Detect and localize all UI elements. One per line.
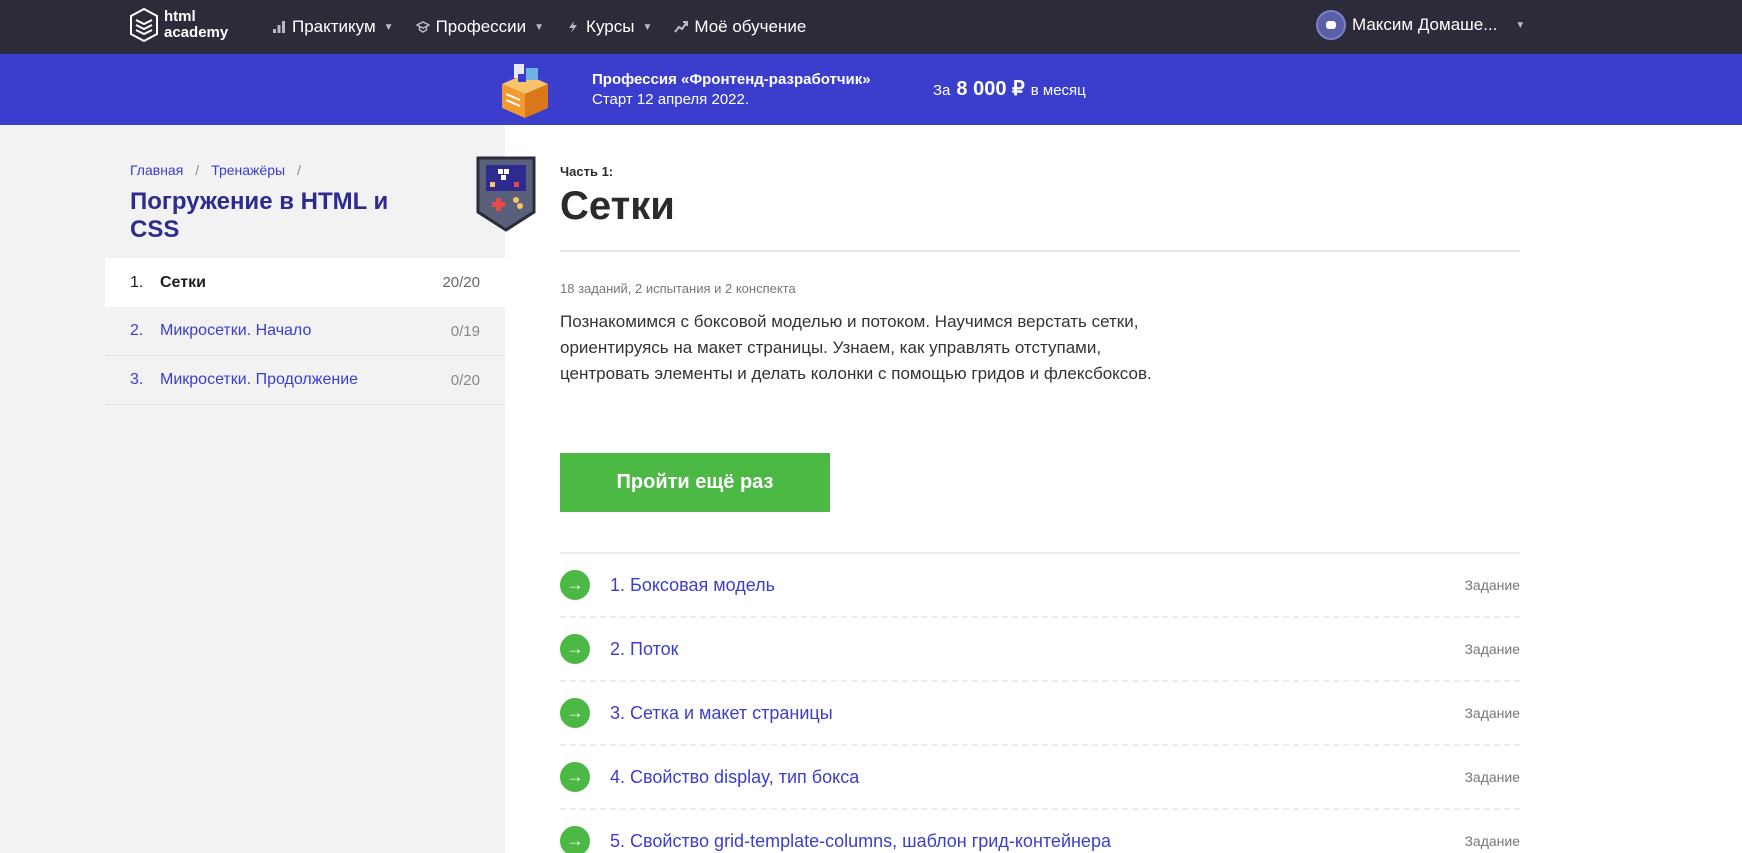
nav-item-courses[interactable]: Курсы ▼ (566, 17, 652, 37)
promo-box-icon (502, 64, 548, 118)
nav-item-label: Моё обучение (694, 17, 807, 36)
nav-item-professions[interactable]: Профессии ▼ (415, 17, 545, 37)
top-header: html academy Практикум ▼ Профессии ▼ Кур… (0, 0, 1742, 54)
chapter-description: Познакомимся с боксовой моделью и потоко… (560, 312, 1152, 383)
chapter-progress: 20/20 (442, 274, 480, 291)
arrow-right-icon: → (560, 762, 590, 792)
task-name: 3. Сетка и макет страницы (610, 702, 833, 723)
task-type: Задание (1464, 705, 1520, 721)
chapter-item-2[interactable]: 2. Микросетки. Начало 0/19 (105, 307, 505, 356)
promo-title: Профессия «Фронтенд-разработчик» (592, 71, 871, 88)
chevron-down-icon: ▼ (1515, 19, 1526, 31)
chapter-name: Микросетки. Продолжение (160, 371, 359, 388)
task-item[interactable]: → 1. Боксовая модель Задание (560, 554, 1520, 618)
task-list: → 1. Боксовая модель Задание → 2. Поток … (560, 554, 1520, 853)
task-item[interactable]: → 2. Поток Задание (560, 618, 1520, 682)
chart-icon (273, 21, 285, 33)
part-label: Часть 1: (560, 164, 614, 179)
arrow-right-icon: → (560, 634, 590, 664)
course-title: Погружение в HTML и CSS (130, 188, 389, 243)
user-name: Максим Домаше... (1352, 15, 1498, 34)
chapter-name: Микросетки. Начало (160, 322, 312, 339)
chapter-number: 1. (130, 273, 144, 291)
chapter-number: 3. (130, 371, 144, 388)
nav-item-label: Курсы (586, 17, 635, 36)
main-nav: Практикум ▼ Профессии ▼ Курсы ▼ Моё обуч… (272, 0, 828, 54)
promo-banner[interactable]: Профессия «Фронтенд-разработчик» Старт 1… (0, 54, 1742, 125)
nav-item-label: Практикум (292, 17, 376, 36)
chapter-number: 2. (130, 322, 144, 339)
task-item[interactable]: → 4. Свойство display, тип бокса Задание (560, 746, 1520, 810)
task-name: 2. Поток (610, 638, 679, 659)
sidebar-background (0, 125, 105, 853)
promo-price: За 8 000 ₽ в месяц (933, 76, 1086, 101)
chevron-down-icon: ▼ (642, 21, 653, 33)
task-type: Задание (1464, 769, 1520, 785)
divider (560, 250, 1520, 252)
promo-price-value: 8 000 ₽ (956, 78, 1025, 100)
graduation-cap-icon (415, 21, 430, 33)
nav-item-my-learning[interactable]: Моё обучение (674, 17, 806, 37)
lightning-icon (569, 21, 578, 33)
task-type: Задание (1464, 833, 1520, 849)
chevron-down-icon: ▼ (383, 21, 394, 33)
logo-icon (130, 8, 158, 42)
breadcrumb-home[interactable]: Главная (130, 162, 183, 178)
breadcrumb: Главная / Тренажёры / (130, 162, 313, 178)
task-item[interactable]: → 3. Сетка и макет страницы Задание (560, 682, 1520, 746)
chevron-down-icon: ▼ (534, 21, 545, 33)
user-menu[interactable]: Максим Домаше... ▼ (1316, 10, 1525, 40)
task-type: Задание (1464, 577, 1520, 593)
arrow-right-icon: → (560, 698, 590, 728)
task-item[interactable]: → 5. Свойство grid-template-columns, шаб… (560, 810, 1520, 853)
task-name: 1. Боксовая модель (610, 574, 776, 595)
breadcrumb-trainers[interactable]: Тренажёры (211, 162, 285, 178)
promo-price-prefix: За (933, 82, 951, 99)
avatar (1316, 10, 1346, 40)
nav-item-label: Профессии (435, 17, 527, 36)
restart-button[interactable]: Пройти ещё раз (560, 453, 830, 512)
task-name: 4. Свойство display, тип бокса (610, 766, 860, 787)
task-type: Задание (1464, 641, 1520, 657)
breadcrumb-separator: / (195, 162, 200, 178)
chapter-list: 1. Сетки 20/20 2. Микросетки. Начало 0/1… (105, 258, 505, 405)
task-name: 5. Свойство grid-template-columns, шабло… (610, 830, 1111, 851)
logo-text-line2: academy (164, 24, 229, 41)
nav-item-praktikum[interactable]: Практикум ▼ (272, 17, 394, 37)
chapter-progress: 0/19 (450, 322, 480, 340)
chapter-item-3[interactable]: 3. Микросетки. Продолжение 0/20 (105, 356, 505, 405)
chapter-progress: 0/20 (450, 371, 480, 389)
logo[interactable]: html academy (130, 8, 228, 42)
page-title: Сетки (560, 184, 675, 228)
arrow-right-icon: → (560, 570, 590, 600)
logo-text-line1: html (164, 8, 196, 25)
promo-subtitle: Старт 12 апреля 2022. (592, 91, 750, 108)
progress-icon (674, 21, 689, 33)
promo-price-suffix: в месяц (1030, 82, 1086, 99)
course-badge-icon (476, 156, 536, 232)
chapter-meta: 18 заданий, 2 испытания и 2 конспекта (560, 281, 796, 296)
chapter-name: Сетки (160, 273, 206, 291)
arrow-right-icon: → (560, 826, 590, 853)
chapter-item-1[interactable]: 1. Сетки 20/20 (105, 258, 505, 307)
logo-text: html academy (164, 9, 228, 41)
breadcrumb-separator: / (297, 162, 301, 178)
